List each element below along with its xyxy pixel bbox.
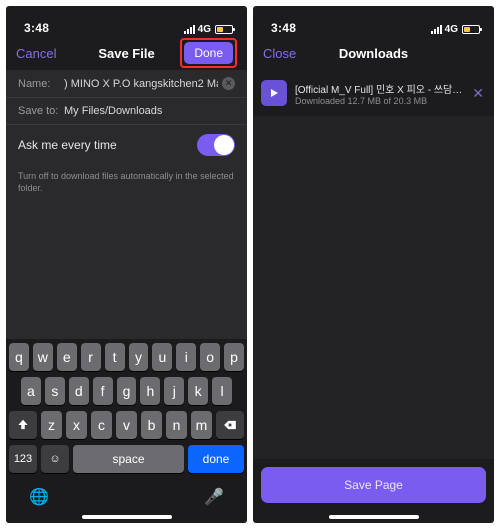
key-l[interactable]: l (212, 377, 232, 405)
name-field[interactable]: ) MINO X P.O kangskitchen2 Main Theme.r (64, 78, 218, 90)
download-item[interactable]: [Official M_V Full] 민호 X 피오 - 쓰담쓰담 (… Do… (261, 76, 486, 110)
key-s[interactable]: s (45, 377, 65, 405)
key-q[interactable]: q (9, 343, 29, 371)
download-progress: Downloaded 12.7 MB of 20.3 MB (295, 96, 462, 106)
save-page-button[interactable]: Save Page (261, 467, 486, 503)
key-o[interactable]: o (200, 343, 220, 371)
remove-download-icon[interactable]: ✕ (470, 85, 486, 102)
downloads-screen: 3:48 4G Close Downloads [Official M_V Fu… (253, 6, 494, 523)
key-y[interactable]: y (129, 343, 149, 371)
clear-icon[interactable]: ✕ (222, 77, 235, 90)
space-key[interactable]: space (73, 445, 184, 473)
done-button[interactable]: Done (184, 42, 233, 64)
saveto-row[interactable]: Save to: My Files/Downloads (6, 97, 247, 124)
downloads-list: [Official M_V Full] 민호 X 피오 - 쓰담쓰담 (… Do… (253, 70, 494, 116)
network-label: 4G (198, 24, 211, 35)
empty-area (6, 200, 247, 339)
key-n[interactable]: n (166, 411, 187, 439)
network-label: 4G (445, 24, 458, 35)
key-v[interactable]: v (116, 411, 137, 439)
nav-bar: Close Downloads (253, 36, 494, 70)
home-indicator[interactable] (82, 515, 172, 519)
form: Name: ) MINO X P.O kangskitchen2 Main Th… (6, 70, 247, 200)
hint-text: Turn off to download files automatically… (6, 165, 247, 200)
status-time: 3:48 (24, 21, 49, 35)
key-a[interactable]: a (21, 377, 41, 405)
key-i[interactable]: i (176, 343, 196, 371)
key-x[interactable]: x (66, 411, 87, 439)
keyboard-done-key[interactable]: done (188, 445, 244, 473)
key-b[interactable]: b (141, 411, 162, 439)
empty-area (253, 116, 494, 459)
ask-label: Ask me every time (18, 138, 117, 152)
status-bar: 3:48 4G (6, 6, 247, 36)
home-indicator[interactable] (329, 515, 419, 519)
ask-toggle[interactable] (197, 134, 235, 156)
key-e[interactable]: e (57, 343, 77, 371)
keyboard-footer: 🌐 🎤 (9, 479, 244, 511)
key-w[interactable]: w (33, 343, 53, 371)
key-k[interactable]: k (188, 377, 208, 405)
key-h[interactable]: h (140, 377, 160, 405)
play-icon (261, 80, 287, 106)
key-p[interactable]: p (224, 343, 244, 371)
key-row-4: 123 ☺ space done (9, 445, 244, 473)
key-row-1: q w e r t y u i o p (9, 343, 244, 371)
status-bar: 3:48 4G (253, 6, 494, 36)
ask-toggle-row: Ask me every time (6, 124, 247, 165)
key-row-3: z x c v b n m (9, 411, 244, 439)
mic-icon[interactable]: 🎤 (204, 487, 224, 507)
key-c[interactable]: c (91, 411, 112, 439)
key-r[interactable]: r (81, 343, 101, 371)
signal-icon (431, 25, 442, 34)
key-t[interactable]: t (105, 343, 125, 371)
key-g[interactable]: g (117, 377, 137, 405)
shift-key[interactable] (9, 411, 37, 439)
battery-icon (215, 25, 233, 34)
key-f[interactable]: f (93, 377, 113, 405)
name-row: Name: ) MINO X P.O kangskitchen2 Main Th… (6, 70, 247, 97)
backspace-key[interactable] (216, 411, 244, 439)
download-title: [Official M_V Full] 민호 X 피오 - 쓰담쓰담 (… (295, 81, 462, 96)
key-m[interactable]: m (191, 411, 212, 439)
close-button[interactable]: Close (263, 46, 296, 61)
key-d[interactable]: d (69, 377, 89, 405)
signal-icon (184, 25, 195, 34)
key-j[interactable]: j (164, 377, 184, 405)
emoji-key[interactable]: ☺ (41, 445, 69, 473)
download-text: [Official M_V Full] 민호 X 피오 - 쓰담쓰담 (… Do… (295, 81, 462, 106)
saveto-value: My Files/Downloads (64, 105, 235, 117)
key-u[interactable]: u (152, 343, 172, 371)
name-label: Name: (18, 78, 64, 90)
save-file-screen: 3:48 4G Cancel Save File Done Name: ) MI… (6, 6, 247, 523)
nav-bar: Cancel Save File Done (6, 36, 247, 70)
status-right: 4G (184, 24, 233, 35)
key-row-2: a s d f g h j k l (9, 377, 244, 405)
status-right: 4G (431, 24, 480, 35)
key-z[interactable]: z (41, 411, 62, 439)
saveto-label: Save to: (18, 105, 64, 117)
globe-icon[interactable]: 🌐 (29, 487, 49, 507)
status-time: 3:48 (271, 21, 296, 35)
battery-icon (462, 25, 480, 34)
cancel-button[interactable]: Cancel (16, 46, 56, 61)
done-highlight: Done (180, 38, 237, 68)
keyboard: q w e r t y u i o p a s d f g h j k l z … (6, 339, 247, 523)
numbers-key[interactable]: 123 (9, 445, 37, 473)
